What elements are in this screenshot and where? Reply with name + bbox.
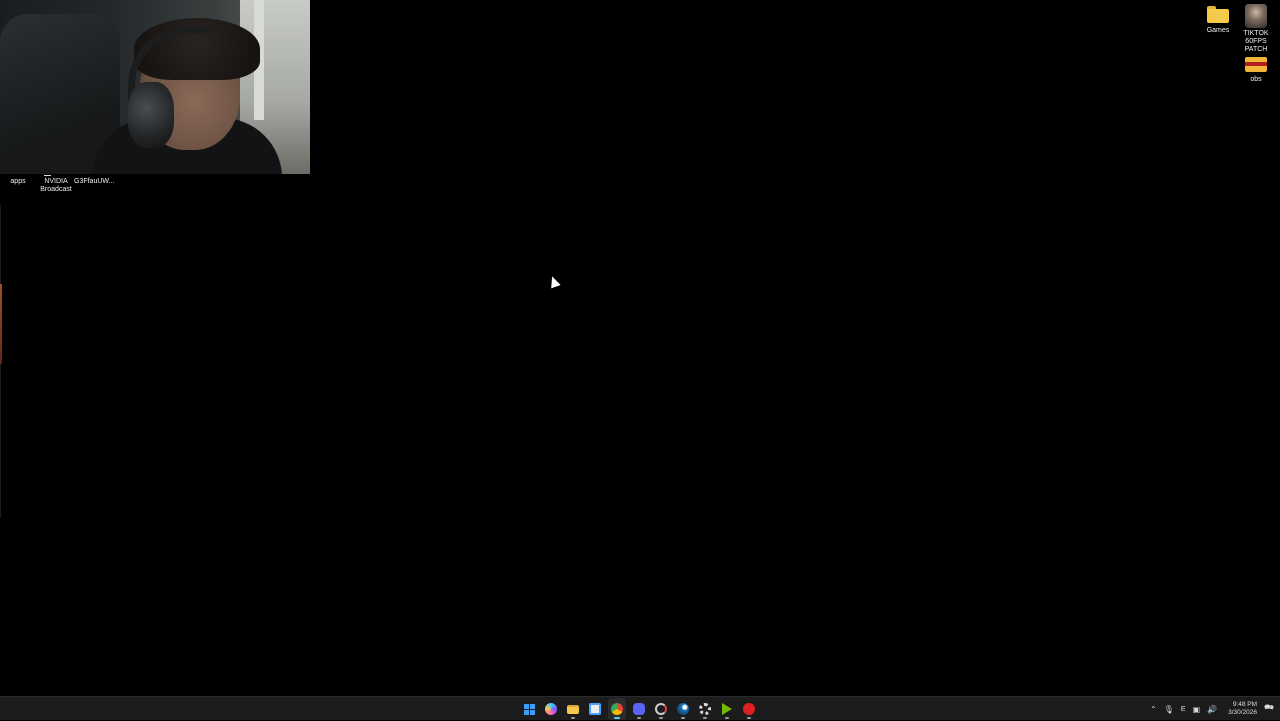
language-indicator[interactable]: E <box>1181 706 1186 713</box>
desktop-icon-games[interactable]: Games <box>1198 6 1238 35</box>
volume-icon[interactable]: 🔊 <box>1207 705 1217 714</box>
file-explorer-button[interactable] <box>564 698 582 720</box>
discord-button[interactable] <box>630 698 648 720</box>
desktop-icon-nvidia-broadcast-label[interactable]: NVIDIA Broadcast <box>38 178 74 194</box>
spiral-icon <box>655 703 667 715</box>
youtube-button[interactable] <box>740 698 758 720</box>
clock-date: 3/30/2026 <box>1228 709 1258 716</box>
windows-logo-icon <box>523 703 535 715</box>
copilot-icon <box>545 703 557 715</box>
desktop-icon-obs[interactable]: obs <box>1236 54 1276 84</box>
clock[interactable]: 9:48 PM 3/30/2026 <box>1228 701 1257 717</box>
folder-icon <box>567 704 579 714</box>
nvidia-broadcast-icon <box>44 175 51 176</box>
gear-icon <box>699 703 711 715</box>
taskbar-apps <box>520 697 758 721</box>
webcam-overlay <box>0 0 310 174</box>
headphone-earcup <box>128 82 174 148</box>
window-edge-accent <box>0 284 2 364</box>
desktop-icon-g3ffau-label[interactable]: G3FfauUW... <box>74 178 114 186</box>
play-green-icon <box>722 703 732 715</box>
desktop-icon-apps-label[interactable]: apps <box>6 178 30 186</box>
steam-button[interactable] <box>674 698 692 720</box>
store-icon <box>589 703 601 715</box>
avatar-icon <box>1245 4 1267 28</box>
clock-time: 9:48 PM <box>1232 701 1258 708</box>
notification-icon[interactable]: 🗪 <box>1264 702 1274 716</box>
chrome-icon <box>611 703 623 715</box>
desktop: apps NVIDIA Broadcast G3FfauUW... Games … <box>0 0 1280 696</box>
microphone-icon[interactable]: 🎙 <box>1164 705 1174 714</box>
mouse-cursor-icon <box>547 274 561 289</box>
youtube-icon <box>743 703 755 715</box>
start-button[interactable] <box>520 698 538 720</box>
discord-icon <box>633 703 645 715</box>
nvidia-play-button[interactable] <box>718 698 736 720</box>
obs-folder-icon <box>1245 54 1267 72</box>
folder-icon <box>1207 6 1229 23</box>
chrome-button[interactable] <box>608 698 626 720</box>
desktop-icon-games-label: Games <box>1206 27 1230 34</box>
settings-button[interactable] <box>696 698 714 720</box>
system-tray: ⌃ 🎙 E ▣ 🔊 9:48 PM 3/30/2026 🗪 <box>1150 697 1274 721</box>
spiral-app-button[interactable] <box>652 698 670 720</box>
store-button[interactable] <box>586 698 604 720</box>
network-icon[interactable]: ▣ <box>1193 705 1201 714</box>
steam-icon <box>677 703 689 715</box>
desktop-icon-tiktok-patch[interactable]: TIKTOK 60FPS PATCH <box>1236 4 1276 54</box>
copilot-button[interactable] <box>542 698 560 720</box>
taskbar: ⌃ 🎙 E ▣ 🔊 9:48 PM 3/30/2026 🗪 <box>0 696 1280 720</box>
chevron-up-icon[interactable]: ⌃ <box>1150 705 1157 714</box>
desktop-icon-tiktok-patch-label: TIKTOK 60FPS PATCH <box>1243 30 1269 53</box>
desktop-icon-obs-label: obs <box>1250 76 1262 83</box>
